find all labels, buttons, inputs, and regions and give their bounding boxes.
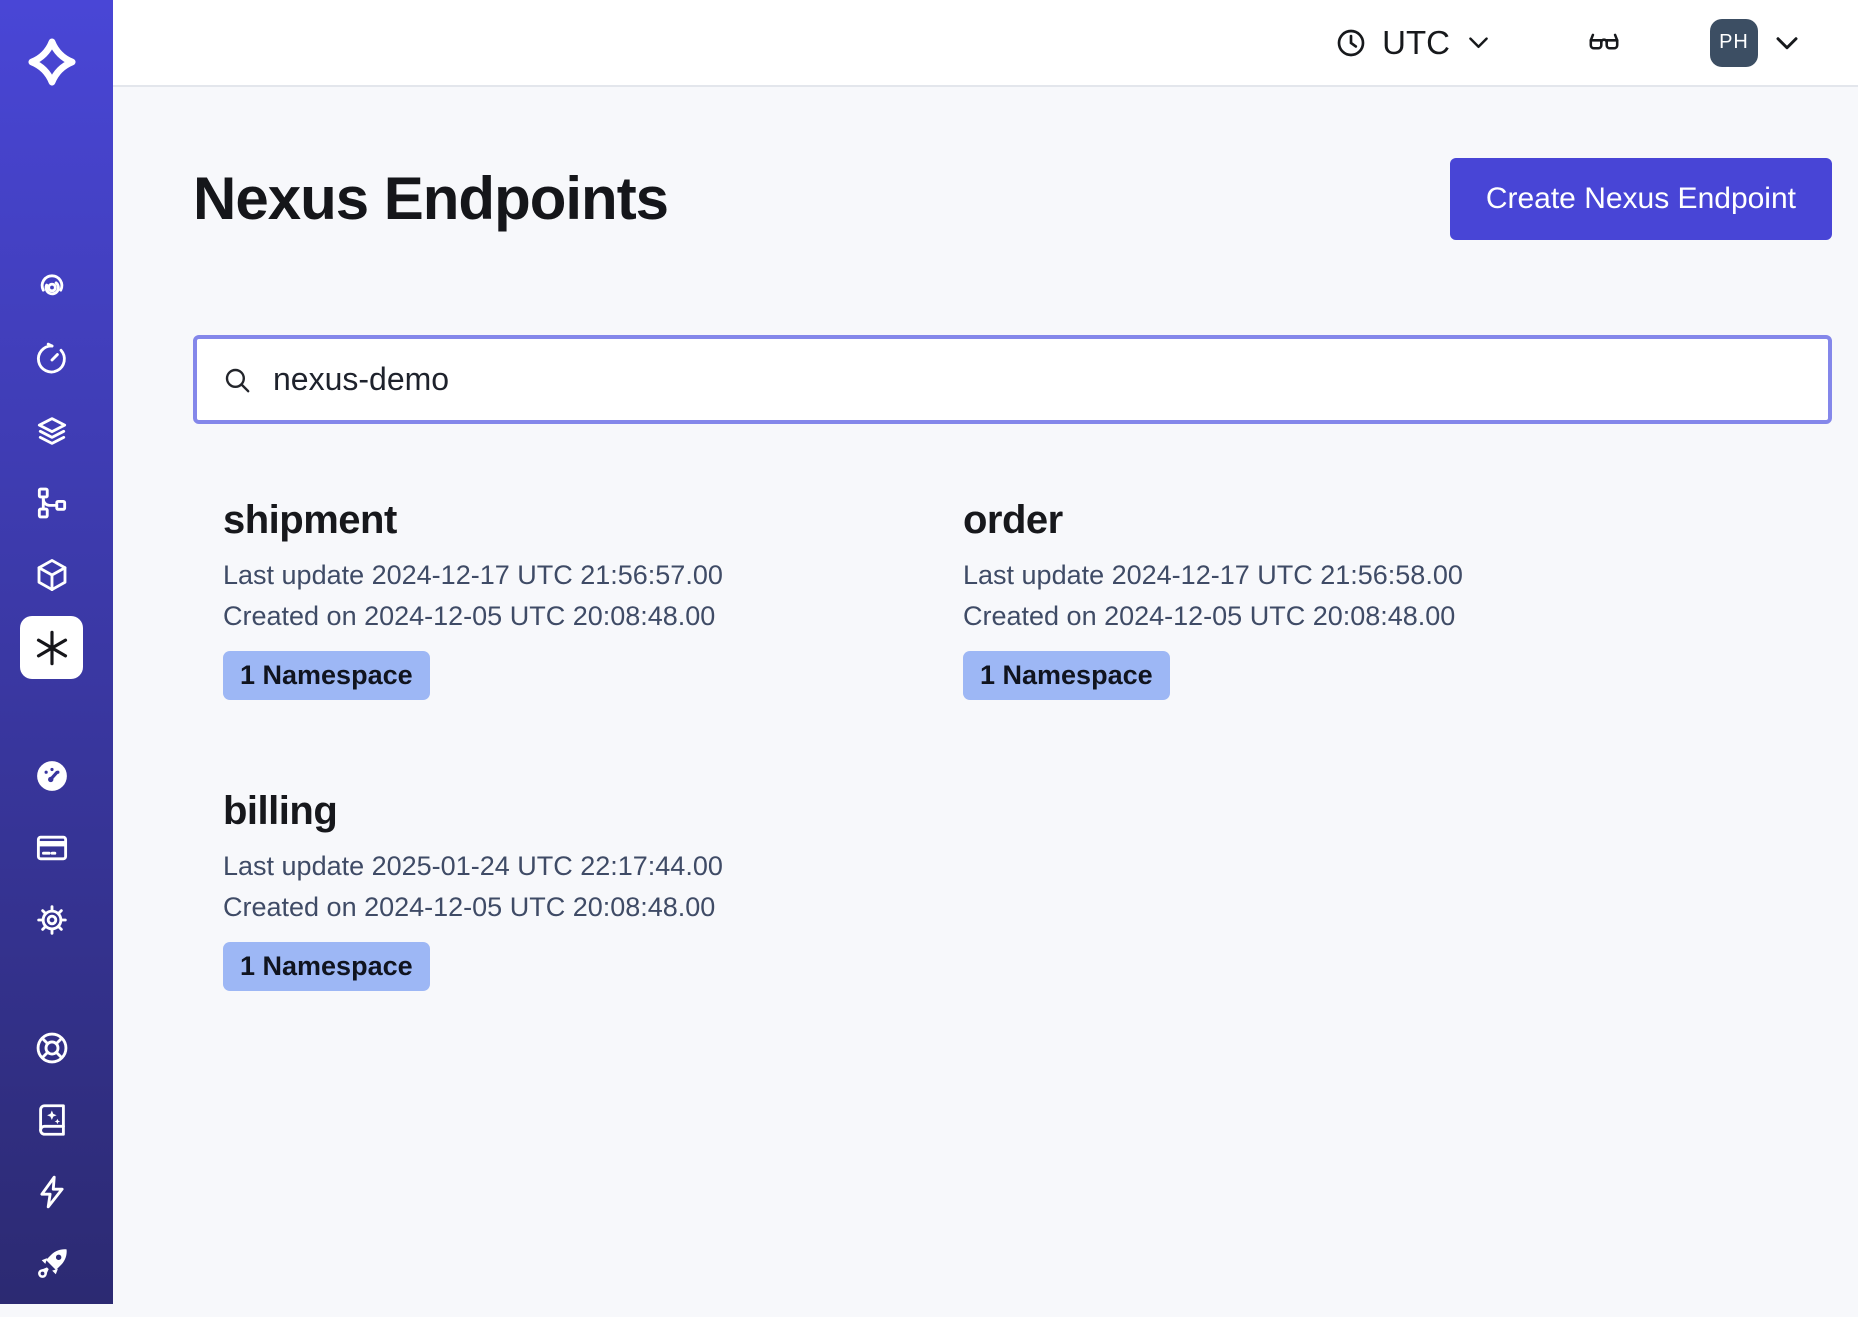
sidebar-item-deployments[interactable] [0, 556, 104, 594]
sidebar-item-batch[interactable] [0, 412, 104, 450]
user-menu[interactable]: PH [1704, 18, 1808, 68]
clock-icon [1335, 27, 1367, 59]
credit-card-icon [33, 829, 71, 867]
namespace-badge: 1 Namespace [963, 651, 1170, 700]
labs-toggle-button[interactable] [1580, 24, 1628, 62]
sidebar-item-usage[interactable] [0, 757, 104, 795]
spiral-target-icon [33, 268, 71, 306]
endpoint-meta: Last update 2025-01-24 UTC 22:17:44.00 C… [223, 846, 963, 928]
endpoint-grid: shipment Last update 2024-12-17 UTC 21:5… [193, 497, 1832, 991]
avatar: PH [1710, 19, 1758, 67]
page-title: Nexus Endpoints [193, 158, 668, 240]
endpoint-last-update: Last update 2024-12-17 UTC 21:56:57.00 [223, 555, 963, 596]
sidebar-item-namespaces[interactable] [0, 268, 104, 306]
endpoint-last-update: Last update 2025-01-24 UTC 22:17:44.00 [223, 846, 963, 887]
settings-gear-icon [33, 901, 71, 939]
endpoint-search[interactable] [193, 335, 1832, 424]
sidebar-item-docs[interactable] [0, 1101, 104, 1139]
sidebar-nav-secondary [0, 757, 113, 973]
endpoint-created: Created on 2024-12-05 UTC 20:08:48.00 [223, 887, 963, 928]
sidebar-nav-footer [0, 1029, 113, 1317]
main-content: Nexus Endpoints Create Nexus Endpoint sh… [113, 87, 1858, 1304]
gauge-icon [33, 757, 71, 795]
endpoint-name[interactable]: billing [223, 788, 963, 834]
sidebar-item-shortcuts[interactable] [0, 1173, 104, 1211]
endpoint-card-billing[interactable]: billing Last update 2025-01-24 UTC 22:17… [223, 788, 963, 991]
namespace-badge: 1 Namespace [223, 651, 430, 700]
layers-icon [33, 412, 71, 450]
sidebar-item-getting-started[interactable] [0, 1245, 104, 1283]
temporal-logo-icon [28, 38, 76, 86]
sidebar-item-settings[interactable] [0, 901, 104, 939]
endpoint-created: Created on 2024-12-05 UTC 20:08:48.00 [963, 596, 1703, 637]
rocket-icon [33, 1245, 71, 1283]
endpoint-created: Created on 2024-12-05 UTC 20:08:48.00 [223, 596, 963, 637]
timezone-label: UTC [1382, 24, 1450, 62]
sidebar-item-schedules[interactable] [0, 340, 104, 378]
temporal-logo[interactable] [0, 38, 104, 86]
page-header: Nexus Endpoints Create Nexus Endpoint [193, 158, 1832, 240]
sidebar-item-nexus[interactable] [20, 616, 83, 679]
chevron-down-icon [1465, 29, 1492, 56]
sidebar-item-support[interactable] [0, 1029, 104, 1067]
chevron-down-icon [1772, 28, 1802, 58]
timer-icon [33, 340, 71, 378]
life-ring-icon [33, 1029, 71, 1067]
topbar: UTC PH [113, 0, 1858, 87]
sidebar-item-workflows[interactable] [0, 484, 104, 522]
endpoint-last-update: Last update 2024-12-17 UTC 21:56:58.00 [963, 555, 1703, 596]
cube-icon [33, 556, 71, 594]
search-icon [221, 364, 253, 396]
lightning-icon [33, 1173, 71, 1211]
nexus-asterisk-icon [32, 628, 72, 668]
endpoint-name[interactable]: shipment [223, 497, 963, 543]
glasses-icon [1586, 25, 1622, 61]
sidebar-item-billing[interactable] [0, 829, 104, 867]
book-sparkles-icon [33, 1101, 71, 1139]
endpoint-name[interactable]: order [963, 497, 1703, 543]
endpoint-meta: Last update 2024-12-17 UTC 21:56:57.00 C… [223, 555, 963, 637]
endpoint-card-order[interactable]: order Last update 2024-12-17 UTC 21:56:5… [963, 497, 1703, 700]
namespace-badge: 1 Namespace [223, 942, 430, 991]
sidebar-nav-main [0, 268, 113, 679]
sidebar [0, 0, 113, 1304]
create-nexus-endpoint-button[interactable]: Create Nexus Endpoint [1450, 158, 1832, 240]
timezone-selector[interactable]: UTC [1329, 23, 1498, 63]
search-input[interactable] [271, 360, 1804, 399]
branch-icon [33, 484, 71, 522]
endpoint-card-shipment[interactable]: shipment Last update 2024-12-17 UTC 21:5… [223, 497, 963, 700]
endpoint-meta: Last update 2024-12-17 UTC 21:56:58.00 C… [963, 555, 1703, 637]
